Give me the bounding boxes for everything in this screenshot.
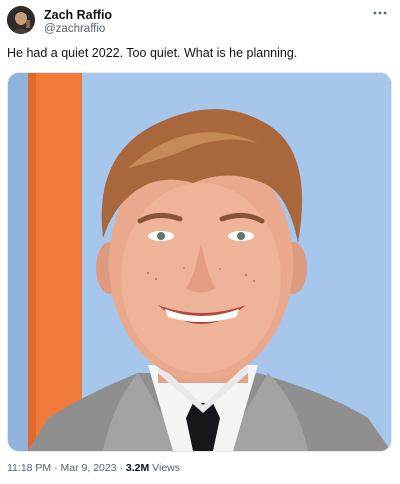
views-label: Views [149, 462, 180, 474]
photo-of-smiling-young-man-icon [8, 73, 391, 451]
meta-separator: · [116, 462, 126, 474]
tweet-card: Zach Raffio @zachraffio He had a quiet 2… [0, 0, 400, 484]
author-display-name[interactable]: Zach Raffio [44, 8, 112, 22]
meta-separator: · [51, 462, 61, 474]
profile-photo-icon [7, 6, 35, 34]
more-horizontal-icon [373, 11, 387, 15]
tweet-text: He had a quiet 2022. Too quiet. What is … [7, 46, 298, 60]
tweet-header: Zach Raffio @zachraffio [7, 6, 393, 36]
tweet-photo[interactable] [7, 72, 392, 452]
more-options-button[interactable] [369, 5, 391, 21]
author-handle[interactable]: @zachraffio [44, 22, 112, 36]
tweet-meta: 11:18 PM · Mar 9, 2023 · 3.2M Views [7, 461, 180, 475]
tweet-date[interactable]: Mar 9, 2023 [61, 462, 117, 474]
views-count: 3.2M [125, 462, 150, 474]
tweet-time[interactable]: 11:18 PM [7, 462, 51, 474]
author-names: Zach Raffio @zachraffio [44, 8, 112, 36]
avatar[interactable] [7, 6, 35, 34]
